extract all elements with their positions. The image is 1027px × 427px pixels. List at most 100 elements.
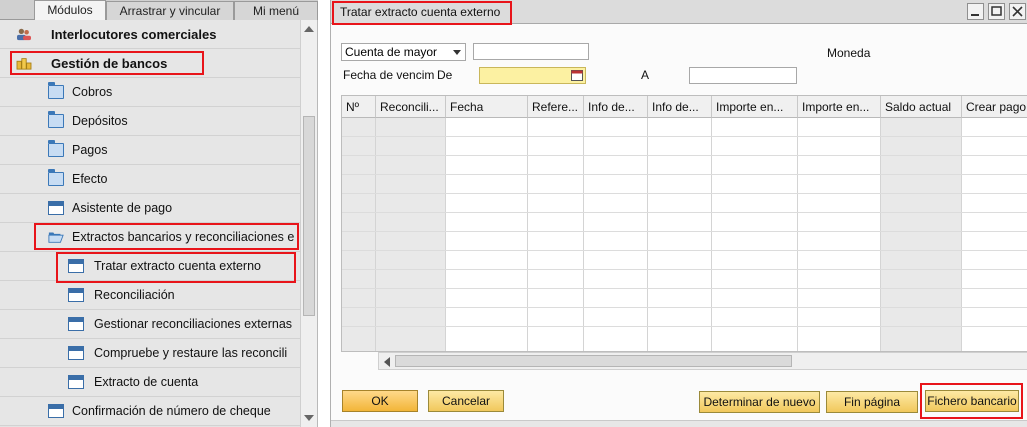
menu-item-label: Gestionar reconciliaciones externas	[94, 317, 293, 331]
menu-item-label: Cobros	[72, 85, 113, 99]
folder-icon	[48, 140, 64, 157]
tab-modulos[interactable]: Módulos	[34, 0, 106, 21]
window-icon	[48, 201, 64, 215]
ok-button[interactable]: OK	[342, 390, 418, 412]
menu-item-extractos-bancarios[interactable]: Extractos bancarios y reconciliaciones e	[0, 223, 300, 252]
menu-item-label: Asistente de pago	[72, 201, 173, 215]
menu-item-extracto-de-cuenta[interactable]: Extracto de cuenta	[0, 368, 300, 397]
table-row[interactable]	[342, 174, 1027, 175]
window-icon	[68, 317, 84, 331]
chevron-down-icon	[453, 50, 461, 55]
menu-item-label: Extractos bancarios y reconciliaciones e	[72, 230, 295, 244]
table-row[interactable]	[342, 288, 1027, 289]
folder-icon	[48, 82, 64, 99]
grid-column	[584, 118, 648, 351]
menu-item-compruebe-y-restaure[interactable]: Compruebe y restaure las reconcili	[0, 339, 300, 368]
scroll-up-icon[interactable]	[304, 26, 314, 32]
grid-horizontal-scrollbar[interactable]	[378, 352, 1027, 370]
scroll-down-icon[interactable]	[304, 415, 314, 421]
date-to-input[interactable]	[689, 67, 797, 84]
column-header[interactable]: Nº	[342, 96, 376, 118]
table-row[interactable]	[342, 193, 1027, 194]
column-header[interactable]: Importe en...	[712, 96, 798, 118]
coins-icon	[16, 58, 32, 70]
menu-item-label: Confirmación de número de cheque	[72, 404, 271, 418]
menu-item-reconciliacion[interactable]: Reconciliación	[0, 281, 300, 310]
menu-item-label: Extracto de cuenta	[94, 375, 199, 389]
table-row[interactable]	[342, 212, 1027, 213]
menu-item-efecto[interactable]: Efecto	[0, 165, 300, 194]
column-header[interactable]: Crear pago	[962, 96, 1027, 118]
tab-arrastrar-y-vincular[interactable]: Arrastrar y vincular	[106, 1, 234, 20]
bank-file-button[interactable]: Fichero bancario	[925, 390, 1019, 412]
nav-scrollbar[interactable]	[300, 20, 317, 427]
window-titlebar[interactable]: Tratar extracto cuenta externo	[331, 0, 1027, 24]
minimize-icon	[971, 14, 979, 16]
close-icon	[1012, 6, 1023, 17]
due-date-label: Fecha de vencim	[343, 68, 435, 82]
folder-open-icon	[48, 232, 64, 243]
grid-column	[712, 118, 798, 351]
menu-item-tratar-extracto-cuenta-externo[interactable]: Tratar extracto cuenta externo	[0, 252, 300, 281]
menu-item-label: Pagos	[72, 143, 108, 157]
module-gestion-de-bancos[interactable]: Gestión de bancos	[0, 49, 300, 78]
grid-column	[342, 118, 376, 351]
grid-column	[376, 118, 446, 351]
menu-item-label: Efecto	[72, 172, 108, 186]
window-icon	[68, 288, 84, 302]
statement-grid: Nº Reconcili... Fecha Refere... Info de.…	[341, 95, 1027, 352]
column-header[interactable]: Info de...	[648, 96, 712, 118]
table-row[interactable]	[342, 269, 1027, 270]
menu-item-asistente-de-pago[interactable]: Asistente de pago	[0, 194, 300, 223]
currency-label: Moneda	[827, 46, 871, 60]
column-header[interactable]: Reconcili...	[376, 96, 446, 118]
menu-item-confirmacion-numero-de-cheque[interactable]: Confirmación de número de cheque	[0, 397, 300, 426]
menu-item-gestionar-reconciliaciones-externas[interactable]: Gestionar reconciliaciones externas	[0, 310, 300, 339]
table-row[interactable]	[342, 307, 1027, 308]
menu-item-label: Tratar extracto cuenta externo	[94, 259, 261, 273]
account-type-value: Cuenta de mayor	[345, 45, 438, 59]
module-tree: Interlocutores comerciales Gestión de ba…	[0, 20, 300, 427]
grid-column	[881, 118, 962, 351]
cancel-button[interactable]: Cancelar	[428, 390, 504, 412]
bank-statement-window: Tratar extracto cuenta externo Cuenta de…	[330, 0, 1027, 427]
grid-column	[446, 118, 528, 351]
column-header[interactable]: Fecha	[446, 96, 528, 118]
column-header[interactable]: Importe en...	[798, 96, 881, 118]
scroll-thumb[interactable]	[303, 116, 315, 316]
maximize-button[interactable]	[988, 3, 1005, 20]
module-label: Gestión de bancos	[51, 56, 168, 71]
minimize-button[interactable]	[967, 3, 984, 20]
navigation-pane: Módulos Arrastrar y vincular Mi menú Int…	[0, 0, 318, 427]
column-header[interactable]: Info de...	[584, 96, 648, 118]
table-row[interactable]	[342, 136, 1027, 137]
module-interlocutores-comerciales[interactable]: Interlocutores comerciales	[0, 20, 300, 49]
menu-item-pagos[interactable]: Pagos	[0, 136, 300, 165]
determine-again-button[interactable]: Determinar de nuevo	[699, 391, 820, 413]
menu-item-label: Depósitos	[72, 114, 128, 128]
folder-icon	[48, 111, 64, 128]
table-row[interactable]	[342, 326, 1027, 327]
window-icon	[68, 375, 84, 389]
window-icon	[68, 346, 84, 360]
scroll-thumb[interactable]	[395, 355, 792, 367]
column-header[interactable]: Refere...	[528, 96, 584, 118]
menu-item-cobros[interactable]: Cobros	[0, 78, 300, 107]
table-row[interactable]	[342, 155, 1027, 156]
close-button[interactable]	[1009, 3, 1026, 20]
from-label: De	[437, 68, 453, 82]
column-header[interactable]: Saldo actual	[881, 96, 962, 118]
account-input[interactable]	[473, 43, 589, 60]
calendar-icon[interactable]	[571, 70, 583, 81]
tab-mi-menu[interactable]: Mi menú	[234, 1, 318, 20]
end-page-button[interactable]: Fin página	[826, 391, 918, 413]
maximize-icon	[991, 6, 1002, 16]
menu-item-label: Compruebe y restaure las reconcili	[94, 346, 288, 360]
date-from-input[interactable]	[479, 67, 586, 84]
table-row[interactable]	[342, 250, 1027, 251]
table-row[interactable]	[342, 231, 1027, 232]
window-title: Tratar extracto cuenta externo	[340, 5, 501, 19]
scroll-left-icon[interactable]	[384, 357, 390, 367]
menu-item-depositos[interactable]: Depósitos	[0, 107, 300, 136]
account-type-select[interactable]: Cuenta de mayor	[341, 43, 466, 61]
